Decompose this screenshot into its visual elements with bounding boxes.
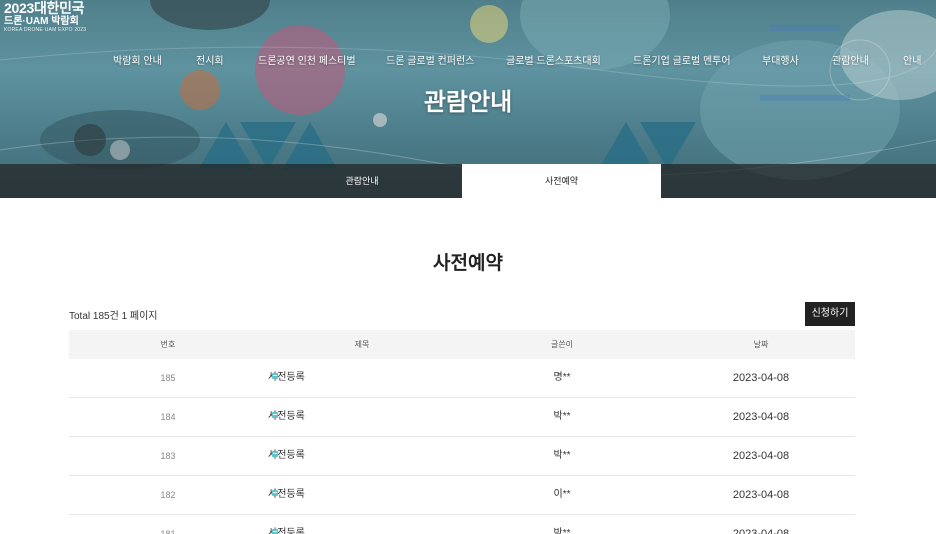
- row-writer: 이**: [553, 489, 571, 500]
- logo-line-3: KOREA DRONE·UAM EXPO 2023: [4, 27, 87, 33]
- sub-tab-bar: 관람안내 사전예약: [0, 164, 936, 198]
- table-row[interactable]: 182 사전등록 이** 2023-04-08: [69, 476, 855, 515]
- row-date: 2023-04-08: [732, 489, 790, 501]
- header-num: 번호: [160, 340, 176, 349]
- row-writer: 박**: [553, 528, 571, 534]
- nav-item-drone-mentour[interactable]: 드론기업 글로벌 멘투어: [633, 52, 731, 67]
- nav-item-global-conference[interactable]: 드론 글로벌 컨퍼런스: [386, 52, 474, 67]
- row-date: 2023-04-08: [732, 411, 790, 423]
- header-date: 날짜: [753, 340, 769, 349]
- row-date: 2023-04-08: [732, 528, 790, 534]
- expo-logo[interactable]: 2023대한민국 드론·UAM 박람회 KOREA DRONE·UAM EXPO…: [4, 1, 104, 35]
- row-writer: 명**: [553, 372, 571, 383]
- apply-button[interactable]: 신청하기: [805, 302, 855, 326]
- table-header: 번호 제목 글쓴이 날짜: [69, 330, 855, 359]
- logo-line-2: 드론·UAM 박람회: [4, 16, 79, 27]
- nav-item-notice[interactable]: 안내: [903, 52, 921, 67]
- row-date: 2023-04-08: [732, 372, 790, 384]
- row-title[interactable]: 사전등록: [268, 359, 458, 397]
- row-title[interactable]: 사전등록: [268, 515, 458, 534]
- row-title[interactable]: 사전등록: [268, 398, 458, 436]
- nav-item-expo-info[interactable]: 박람회 안내: [113, 52, 162, 67]
- row-num: 182: [160, 490, 176, 500]
- header-writer: 글쓴이: [550, 340, 574, 349]
- row-title[interactable]: 사전등록: [268, 437, 458, 475]
- subtab-visitor-info[interactable]: 관람안내: [262, 164, 462, 198]
- nav-item-visitor-info[interactable]: 관람안내: [832, 52, 869, 67]
- comment-icon: [272, 490, 278, 496]
- hero-title: 관람안내: [423, 89, 513, 116]
- comment-icon: [272, 373, 278, 379]
- header-title: 제목: [354, 340, 370, 349]
- table-row[interactable]: 183 사전등록 박** 2023-04-08: [69, 437, 855, 476]
- hero-banner: 2023대한민국 드론·UAM 박람회 KOREA DRONE·UAM EXPO…: [0, 0, 936, 198]
- table-row[interactable]: 185 사전등록 명** 2023-04-08: [69, 359, 855, 398]
- subtab-pre-registration[interactable]: 사전예약: [462, 164, 661, 198]
- row-num: 184: [160, 412, 176, 422]
- row-date: 2023-04-08: [732, 450, 790, 462]
- table-row[interactable]: 184 사전등록 박** 2023-04-08: [69, 398, 855, 437]
- comment-icon: [272, 451, 278, 457]
- comment-icon: [272, 529, 278, 534]
- total-count: Total 185건 1 페이지: [69, 311, 158, 322]
- row-writer: 박**: [553, 411, 571, 422]
- nav-item-side-events[interactable]: 부대행사: [762, 52, 799, 67]
- page-title: 사전예약: [433, 253, 503, 274]
- row-num: 181: [160, 529, 176, 534]
- row-title[interactable]: 사전등록: [268, 476, 458, 514]
- row-num: 185: [160, 373, 176, 383]
- row-writer: 박**: [553, 450, 571, 461]
- nav-item-drone-festival[interactable]: 드론공연 인천 페스티벌: [258, 52, 356, 67]
- main-navigation: 박람회 안내 전시회 드론공연 인천 페스티벌 드론 글로벌 컨퍼런스 글로벌 …: [0, 52, 936, 70]
- nav-item-exhibition[interactable]: 전시회: [196, 52, 224, 67]
- logo-line-1: 2023대한민국: [4, 0, 85, 16]
- comment-icon: [272, 412, 278, 418]
- row-num: 183: [160, 451, 176, 461]
- table-row[interactable]: 181 사전등록 박** 2023-04-08: [69, 515, 855, 534]
- board-table: 번호 제목 글쓴이 날짜 185 사전등록 명** 2023-04-08 184…: [69, 330, 855, 534]
- nav-item-drone-sports[interactable]: 글로벌 드론스포츠대회: [506, 52, 601, 67]
